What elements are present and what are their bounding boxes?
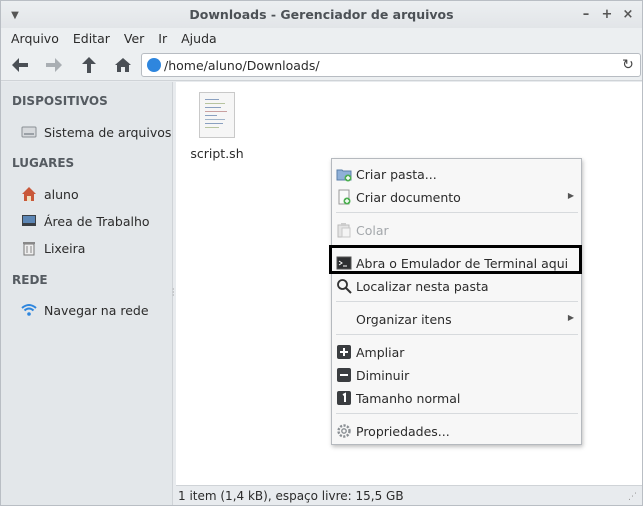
window-title: Downloads - Gerenciador de arquivos bbox=[189, 7, 454, 22]
address-bar[interactable]: /home/aluno/Downloads/ ↻ bbox=[141, 53, 641, 77]
sidebar-item-label: Navegar na rede bbox=[44, 302, 149, 318]
menu-separator bbox=[336, 212, 578, 213]
new-document-icon bbox=[336, 189, 352, 205]
maximize-icon[interactable]: + bbox=[598, 5, 616, 23]
back-icon[interactable] bbox=[9, 54, 31, 76]
menu-item-localizar[interactable]: Localizar nesta pasta bbox=[333, 275, 581, 297]
new-folder-icon bbox=[336, 166, 352, 182]
menu-separator bbox=[336, 334, 578, 335]
sidebar-heading-lugares: LUGARES bbox=[12, 156, 75, 170]
sidebar-item-area-de-trabalho[interactable]: Área de Trabalho bbox=[21, 211, 150, 231]
sidebar-item-aluno[interactable]: aluno bbox=[21, 184, 79, 204]
menu-ajuda[interactable]: Ajuda bbox=[181, 31, 217, 46]
menu-bar: Arquivo Editar Ver Ir Ajuda bbox=[1, 28, 642, 48]
sidebar-item-navegar-na-rede[interactable]: Navegar na rede bbox=[21, 300, 149, 320]
menu-item-label: Propriedades... bbox=[356, 423, 450, 439]
menu-editar[interactable]: Editar bbox=[73, 31, 110, 46]
file-item[interactable]: script.sh bbox=[182, 92, 252, 161]
forward-icon[interactable] bbox=[43, 54, 65, 76]
menu-item-organizar-itens[interactable]: Organizar itens ▶ bbox=[333, 308, 581, 330]
title-bar: ▼ Downloads - Gerenciador de arquivos – … bbox=[1, 1, 642, 28]
menu-item-criar-documento[interactable]: Criar documento ▶ bbox=[333, 186, 581, 208]
sidebar: DISPOSITIVOS Sistema de arquivos LUGARES… bbox=[1, 82, 173, 505]
menu-item-ampliar[interactable]: Ampliar bbox=[333, 341, 581, 363]
menu-separator bbox=[336, 301, 578, 302]
zoom-reset-icon bbox=[336, 390, 352, 406]
file-manager-window: ▼ Downloads - Gerenciador de arquivos – … bbox=[0, 0, 643, 506]
menu-item-label: Colar bbox=[356, 222, 389, 238]
menu-item-colar: Colar bbox=[333, 219, 581, 241]
sidebar-item-label: Sistema de arquivos bbox=[44, 124, 172, 140]
sidebar-item-lixeira[interactable]: Lixeira bbox=[21, 238, 85, 258]
trash-icon bbox=[21, 240, 37, 256]
menu-item-propriedades[interactable]: Propriedades... bbox=[333, 420, 581, 442]
status-text: 1 item (1,4 kB), espaço livre: 15,5 GB bbox=[178, 488, 404, 503]
minimize-icon[interactable]: – bbox=[577, 5, 595, 23]
sidebar-item-label: Lixeira bbox=[44, 240, 86, 256]
paste-icon bbox=[336, 222, 352, 238]
home-icon[interactable] bbox=[112, 54, 134, 76]
menu-item-label: Tamanho normal bbox=[356, 390, 461, 406]
menu-item-label: Localizar nesta pasta bbox=[356, 278, 489, 294]
reload-icon[interactable]: ↻ bbox=[620, 57, 636, 73]
up-icon[interactable] bbox=[78, 54, 100, 76]
menu-arquivo[interactable]: Arquivo bbox=[11, 31, 59, 46]
wifi-icon bbox=[21, 302, 37, 318]
search-icon bbox=[336, 278, 352, 294]
context-menu: Criar pasta... Criar documento ▶ Colar A… bbox=[331, 158, 582, 445]
home-folder-icon bbox=[21, 186, 37, 202]
menu-separator bbox=[336, 413, 578, 414]
status-bar: 1 item (1,4 kB), espaço livre: 15,5 GB ⋰ bbox=[176, 485, 642, 505]
submenu-arrow-icon: ▶ bbox=[567, 191, 574, 200]
sidebar-item-label: Área de Trabalho bbox=[44, 213, 150, 229]
sidebar-item-sistema-de-arquivos[interactable]: Sistema de arquivos bbox=[21, 122, 171, 142]
submenu-arrow-icon: ▶ bbox=[567, 313, 574, 322]
drive-icon bbox=[21, 124, 37, 140]
sidebar-item-label: aluno bbox=[44, 186, 79, 202]
menu-item-label: Ampliar bbox=[356, 344, 405, 360]
menu-item-tamanho-normal[interactable]: Tamanho normal bbox=[333, 387, 581, 409]
menu-item-label: Diminuir bbox=[356, 367, 410, 383]
highlight-annotation-box bbox=[329, 245, 582, 274]
menu-item-label: Organizar itens bbox=[356, 311, 452, 327]
menu-ver[interactable]: Ver bbox=[124, 31, 144, 46]
menu-item-label: Criar documento bbox=[356, 189, 461, 205]
sidebar-heading-dispositivos: DISPOSITIVOS bbox=[12, 94, 108, 108]
resize-grip-icon[interactable]: ⋰ bbox=[628, 492, 638, 502]
file-name: script.sh bbox=[190, 146, 244, 161]
toolbar: /home/aluno/Downloads/ ↻ bbox=[1, 48, 642, 81]
shell-script-icon bbox=[199, 92, 235, 138]
window-menu-icon[interactable]: ▼ bbox=[7, 7, 23, 23]
sidebar-heading-rede: REDE bbox=[12, 273, 48, 287]
address-text: /home/aluno/Downloads/ bbox=[164, 57, 320, 73]
zoom-out-icon bbox=[336, 367, 352, 383]
desktop-icon bbox=[21, 213, 37, 229]
download-folder-icon bbox=[147, 58, 161, 72]
menu-ir[interactable]: Ir bbox=[158, 31, 167, 46]
menu-item-diminuir[interactable]: Diminuir bbox=[333, 364, 581, 386]
close-icon[interactable]: × bbox=[619, 5, 637, 23]
zoom-in-icon bbox=[336, 344, 352, 360]
menu-item-label: Criar pasta... bbox=[356, 166, 437, 182]
properties-icon bbox=[336, 423, 352, 439]
menu-item-criar-pasta[interactable]: Criar pasta... bbox=[333, 163, 581, 185]
